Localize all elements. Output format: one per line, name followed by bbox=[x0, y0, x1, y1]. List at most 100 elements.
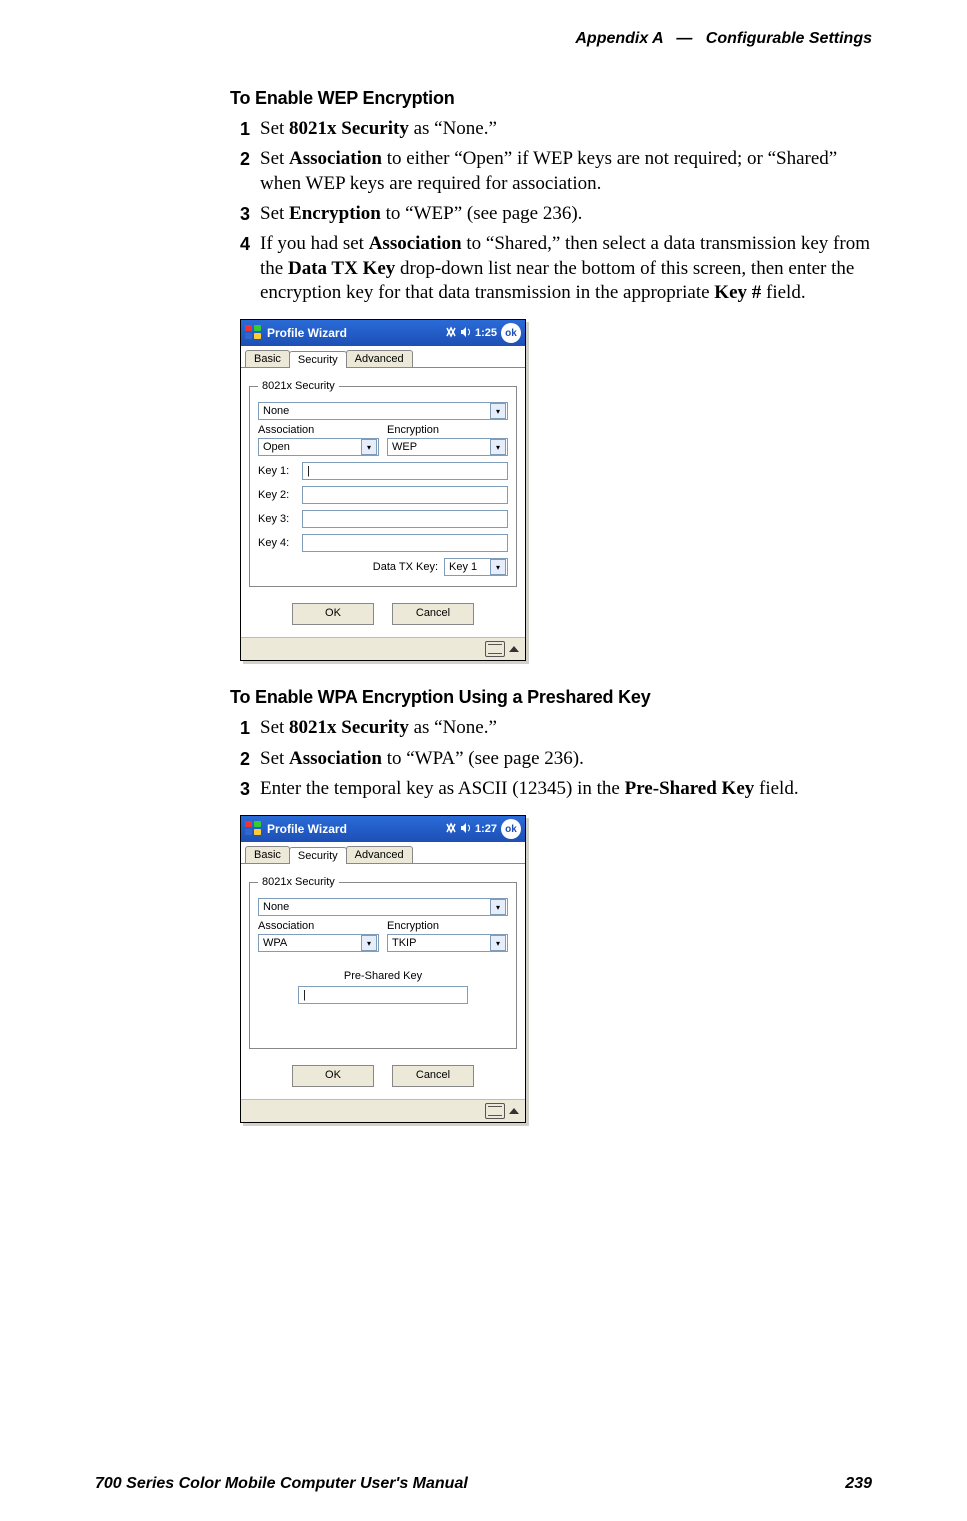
step-text: Set Association to “WPA” (see page 236). bbox=[260, 747, 872, 771]
ok-button[interactable]: ok bbox=[501, 323, 521, 343]
key1-input[interactable]: | bbox=[302, 462, 508, 480]
association-label: Association bbox=[258, 424, 379, 436]
tab-basic[interactable]: Basic bbox=[245, 350, 290, 367]
volume-icon[interactable] bbox=[460, 326, 472, 341]
ok-button[interactable]: OK bbox=[292, 1065, 374, 1087]
header-sep: — bbox=[676, 30, 692, 47]
chevron-down-icon: ▾ bbox=[490, 935, 506, 951]
tab-advanced[interactable]: Advanced bbox=[346, 846, 413, 863]
tab-security[interactable]: Security bbox=[289, 351, 347, 368]
panel-security: 8021x Security None▾ Association Open▾ E… bbox=[241, 368, 525, 637]
step-number: 2 bbox=[230, 748, 250, 771]
footer-manual-title: 700 Series Color Mobile Computer User's … bbox=[95, 1475, 468, 1493]
system-tray: 1:27 bbox=[445, 822, 497, 837]
running-header: Appendix A — Configurable Settings bbox=[230, 30, 872, 48]
encryption-label: Encryption bbox=[387, 920, 508, 932]
step-number: 3 bbox=[230, 203, 250, 226]
chevron-down-icon: ▾ bbox=[361, 439, 377, 455]
screenshot-wep: Profile Wizard 1:25 ok Basic Security Ad… bbox=[240, 319, 526, 661]
step-text: If you had set Association to “Shared,” … bbox=[260, 232, 872, 305]
association-select[interactable]: Open▾ bbox=[258, 438, 379, 456]
cancel-button[interactable]: Cancel bbox=[392, 1065, 474, 1087]
wep-step-3: 3 Set Encryption to “WEP” (see page 236)… bbox=[230, 202, 872, 226]
chevron-down-icon: ▾ bbox=[490, 899, 506, 915]
step-text: Set Encryption to “WEP” (see page 236). bbox=[260, 202, 872, 226]
wep-step-4: 4 If you had set Association to “Shared,… bbox=[230, 232, 872, 305]
encryption-select[interactable]: TKIP▾ bbox=[387, 934, 508, 952]
keyboard-icon[interactable] bbox=[485, 1103, 505, 1119]
wpa-heading: To Enable WPA Encryption Using a Preshar… bbox=[230, 687, 872, 708]
wpa-step-3: 3 Enter the temporal key as ASCII (12345… bbox=[230, 777, 872, 801]
key3-input[interactable] bbox=[302, 510, 508, 528]
tab-row: Basic Security Advanced bbox=[241, 842, 525, 864]
step-text: Enter the temporal key as ASCII (12345) … bbox=[260, 777, 872, 801]
group-8021x: 8021x Security None▾ Association WPA▾ En… bbox=[249, 876, 517, 1049]
wep-step-1: 1 Set 8021x Security as “None.” bbox=[230, 117, 872, 141]
connectivity-icon[interactable] bbox=[445, 822, 457, 837]
tab-basic[interactable]: Basic bbox=[245, 846, 290, 863]
system-tray: 1:25 bbox=[445, 326, 497, 341]
keyboard-icon[interactable] bbox=[485, 641, 505, 657]
ok-button[interactable]: OK bbox=[292, 603, 374, 625]
header-title: Configurable Settings bbox=[706, 30, 872, 47]
wep-step-2: 2 Set Association to either “Open” if WE… bbox=[230, 147, 872, 196]
titlebar: Profile Wizard 1:27 ok bbox=[241, 816, 525, 842]
datatxkey-label: Data TX Key: bbox=[373, 561, 438, 573]
screenshot-wpa: Profile Wizard 1:27 ok Basic Security Ad… bbox=[240, 815, 526, 1123]
group-8021x: 8021x Security None▾ Association Open▾ E… bbox=[249, 380, 517, 587]
sip-bar bbox=[241, 1099, 525, 1122]
window-title: Profile Wizard bbox=[267, 822, 441, 836]
datatxkey-select[interactable]: Key 1▾ bbox=[444, 558, 508, 576]
key4-input[interactable] bbox=[302, 534, 508, 552]
page-footer: 700 Series Color Mobile Computer User's … bbox=[95, 1475, 872, 1493]
encryption-select[interactable]: WEP▾ bbox=[387, 438, 508, 456]
panel-security: 8021x Security None▾ Association WPA▾ En… bbox=[241, 864, 525, 1099]
wep-steps: 1 Set 8021x Security as “None.” 2 Set As… bbox=[230, 117, 872, 305]
volume-icon[interactable] bbox=[460, 822, 472, 837]
step-number: 2 bbox=[230, 148, 250, 171]
step-number: 1 bbox=[230, 118, 250, 141]
group-legend: 8021x Security bbox=[258, 380, 339, 392]
chevron-down-icon: ▾ bbox=[490, 559, 506, 575]
step-number: 1 bbox=[230, 717, 250, 740]
wpa-step-1: 1 Set 8021x Security as “None.” bbox=[230, 716, 872, 740]
security-select[interactable]: None▾ bbox=[258, 898, 508, 916]
step-number: 3 bbox=[230, 778, 250, 801]
key3-label: Key 3: bbox=[258, 513, 302, 525]
start-icon[interactable] bbox=[245, 821, 263, 837]
connectivity-icon[interactable] bbox=[445, 326, 457, 341]
footer-page-number: 239 bbox=[845, 1475, 872, 1493]
step-number: 4 bbox=[230, 233, 250, 256]
key4-label: Key 4: bbox=[258, 537, 302, 549]
key1-label: Key 1: bbox=[258, 465, 302, 477]
start-icon[interactable] bbox=[245, 325, 263, 341]
chevron-down-icon: ▾ bbox=[490, 403, 506, 419]
key2-input[interactable] bbox=[302, 486, 508, 504]
page: Appendix A — Configurable Settings To En… bbox=[0, 0, 967, 1521]
psk-label: Pre-Shared Key bbox=[258, 970, 508, 982]
titlebar: Profile Wizard 1:25 ok bbox=[241, 320, 525, 346]
clock[interactable]: 1:27 bbox=[475, 823, 497, 835]
sip-up-icon[interactable] bbox=[509, 1108, 519, 1114]
association-label: Association bbox=[258, 920, 379, 932]
tab-advanced[interactable]: Advanced bbox=[346, 350, 413, 367]
association-select[interactable]: WPA▾ bbox=[258, 934, 379, 952]
chevron-down-icon: ▾ bbox=[490, 439, 506, 455]
ok-button[interactable]: ok bbox=[501, 819, 521, 839]
security-select[interactable]: None▾ bbox=[258, 402, 508, 420]
window-title: Profile Wizard bbox=[267, 326, 441, 340]
tab-row: Basic Security Advanced bbox=[241, 346, 525, 368]
sip-up-icon[interactable] bbox=[509, 646, 519, 652]
psk-input[interactable]: | bbox=[298, 986, 468, 1004]
header-appendix: Appendix A bbox=[575, 30, 663, 47]
step-text: Set 8021x Security as “None.” bbox=[260, 117, 872, 141]
wep-heading: To Enable WEP Encryption bbox=[230, 88, 872, 109]
chevron-down-icon: ▾ bbox=[361, 935, 377, 951]
cancel-button[interactable]: Cancel bbox=[392, 603, 474, 625]
key2-label: Key 2: bbox=[258, 489, 302, 501]
step-text: Set 8021x Security as “None.” bbox=[260, 716, 872, 740]
tab-security[interactable]: Security bbox=[289, 847, 347, 864]
clock[interactable]: 1:25 bbox=[475, 327, 497, 339]
encryption-label: Encryption bbox=[387, 424, 508, 436]
wpa-step-2: 2 Set Association to “WPA” (see page 236… bbox=[230, 747, 872, 771]
